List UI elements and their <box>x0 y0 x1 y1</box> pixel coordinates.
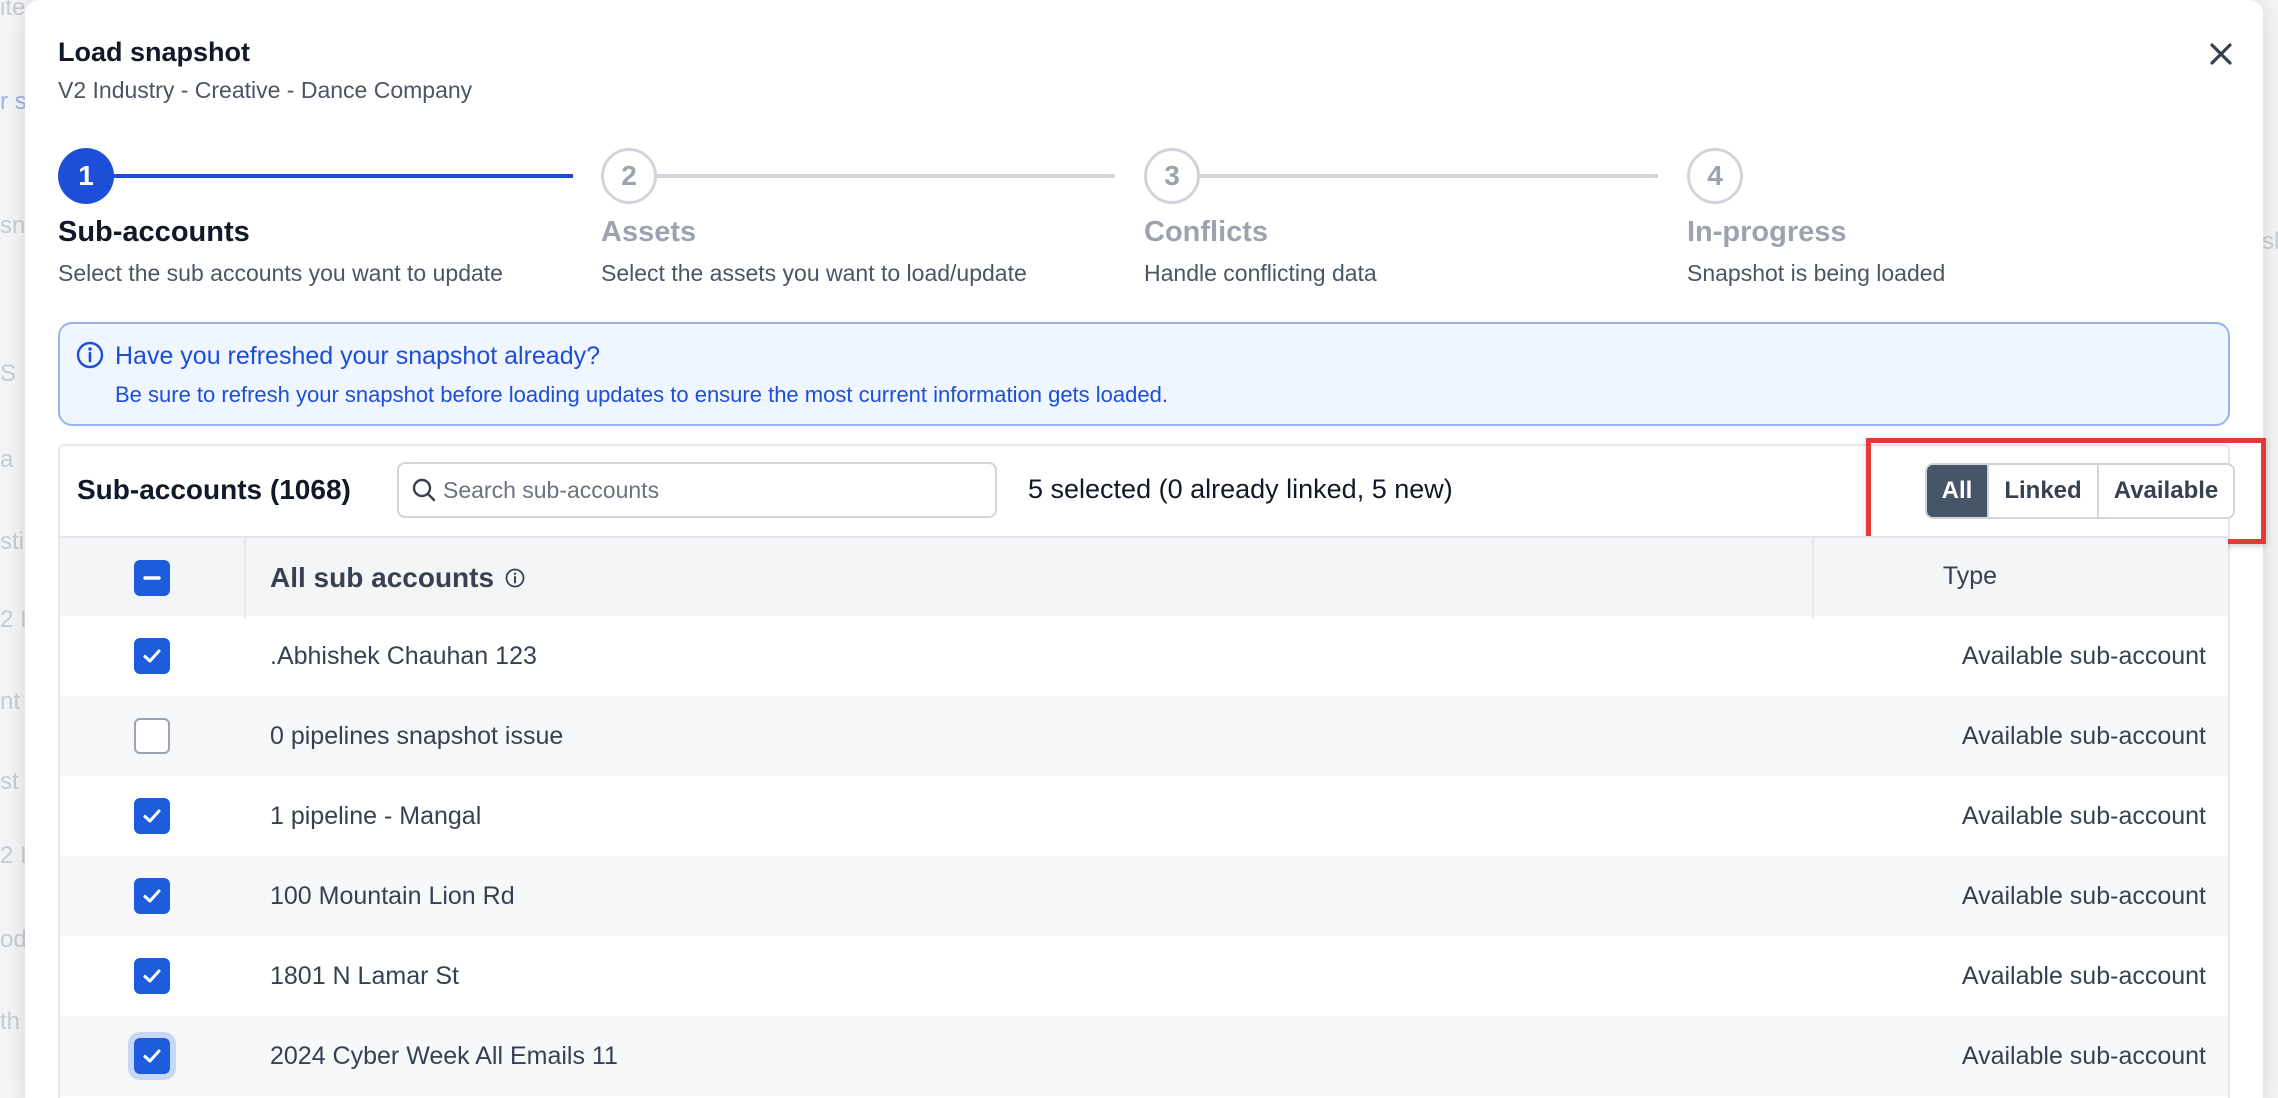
row-account-type: Available sub-account <box>1961 882 2206 910</box>
table-row[interactable]: 1 pipeline - Mangal Available sub-accoun… <box>60 776 2228 856</box>
banner-text: Be sure to refresh your snapshot before … <box>115 382 1168 407</box>
step-4-indicator: 4 <box>1687 148 1743 204</box>
row-checkbox[interactable] <box>134 638 170 674</box>
step-3-title: Conflicts <box>1144 216 1269 248</box>
background-fragment: sn <box>0 212 26 239</box>
step-2-indicator: 2 <box>601 148 657 204</box>
row-account-name: 1801 N Lamar St <box>270 962 459 990</box>
step-2-description: Select the assets you want to load/updat… <box>601 260 1027 286</box>
column-header-type: Type <box>1942 562 1998 590</box>
filter-all-button[interactable]: All <box>1927 465 1987 517</box>
background-fragment: st <box>0 768 19 795</box>
background-fragment: r s <box>0 88 27 115</box>
row-account-name: 0 pipelines snapshot issue <box>270 722 564 750</box>
column-divider <box>244 538 246 618</box>
table-row[interactable]: 1801 N Lamar St Available sub-account <box>60 936 2228 1016</box>
checkmark-icon <box>143 809 161 823</box>
modal-subtitle: V2 Industry - Creative - Dance Company <box>58 77 473 103</box>
background-fragment: 2 I <box>0 606 27 633</box>
step-3-description: Handle conflicting data <box>1144 260 1377 286</box>
step-4-description: Snapshot is being loaded <box>1687 260 1946 286</box>
step-1-title: Sub-accounts <box>58 216 250 248</box>
step-connector <box>95 174 573 178</box>
table-row[interactable]: 2024 Cyber Week All Emails 11 Available … <box>60 1016 2228 1096</box>
checkmark-icon <box>143 969 161 983</box>
indeterminate-icon <box>143 576 161 580</box>
row-account-name: .Abhishek Chauhan 123 <box>270 642 537 670</box>
row-checkbox[interactable] <box>134 1038 170 1074</box>
row-account-type: Available sub-account <box>1961 642 2206 670</box>
sub-accounts-table-card: Sub-accounts (1068) 5 selected (0 alread… <box>58 438 2266 1098</box>
step-4-title: In-progress <box>1687 216 1847 248</box>
row-account-name: 100 Mountain Lion Rd <box>270 882 515 910</box>
row-account-name: 2024 Cyber Week All Emails 11 <box>270 1042 618 1070</box>
table-row[interactable]: .Abhishek Chauhan 123 Available sub-acco… <box>60 616 2228 696</box>
table-row[interactable]: 100 Mountain Lion Rd Available sub-accou… <box>60 856 2228 936</box>
close-icon <box>2210 43 2232 65</box>
checkmark-icon <box>143 1049 161 1063</box>
row-account-type: Available sub-account <box>1961 802 2206 830</box>
table-header: All sub accounts Type <box>60 536 2228 618</box>
filter-available-button[interactable]: Available <box>2097 465 2233 517</box>
search-box <box>397 462 997 518</box>
background-fragment: od <box>0 926 27 953</box>
background-fragment: nt <box>0 688 21 715</box>
column-header-name-label: All sub accounts <box>270 562 495 593</box>
step-2-title: Assets <box>601 216 697 248</box>
background-fragment: 2 I <box>0 842 27 869</box>
step-1-indicator: 1 <box>58 148 114 204</box>
search-input[interactable] <box>443 470 983 510</box>
filter-linked-button[interactable]: Linked <box>1987 465 2097 517</box>
row-account-type: Available sub-account <box>1961 1042 2206 1070</box>
banner-title: Have you refreshed your snapshot already… <box>115 342 601 370</box>
step-connector <box>1168 174 1658 178</box>
row-checkbox[interactable] <box>134 878 170 914</box>
column-header-name: All sub accounts <box>270 562 526 594</box>
row-checkbox[interactable] <box>134 798 170 834</box>
background-fragment: th <box>0 1008 21 1035</box>
background-fragment: S <box>0 360 17 387</box>
refresh-info-banner: Have you refreshed your snapshot already… <box>58 322 2230 426</box>
checkmark-icon <box>143 649 161 663</box>
step-1-description: Select the sub accounts you want to upda… <box>58 260 503 286</box>
row-checkbox[interactable] <box>134 718 170 754</box>
load-snapshot-modal: Load snapshot V2 Industry - Creative - D… <box>25 0 2266 1098</box>
close-button[interactable] <box>2197 30 2245 78</box>
column-divider <box>1812 538 1814 618</box>
background-fragment: sl <box>2262 228 2278 255</box>
table-row[interactable]: 0 pipelines snapshot issue Available sub… <box>60 696 2228 776</box>
info-icon <box>76 341 104 369</box>
step-3-indicator: 3 <box>1144 148 1200 204</box>
filter-segmented-control: All Linked Available <box>1925 463 2235 519</box>
step-connector <box>625 174 1115 178</box>
row-account-type: Available sub-account <box>1961 962 2206 990</box>
selection-summary: 5 selected (0 already linked, 5 new) <box>1028 474 1453 504</box>
row-checkbox[interactable] <box>134 958 170 994</box>
row-account-name: 1 pipeline - Mangal <box>270 802 482 830</box>
modal-title: Load snapshot <box>58 37 251 67</box>
table-title: Sub-accounts (1068) <box>77 474 351 505</box>
checkmark-icon <box>143 889 161 903</box>
info-icon[interactable] <box>504 567 526 589</box>
search-icon <box>412 478 436 502</box>
background-fragment: a <box>0 446 14 473</box>
background-fragment: ite <box>0 0 26 21</box>
select-all-checkbox[interactable] <box>134 560 170 596</box>
row-account-type: Available sub-account <box>1961 722 2206 750</box>
background-fragment: sti <box>0 528 24 555</box>
